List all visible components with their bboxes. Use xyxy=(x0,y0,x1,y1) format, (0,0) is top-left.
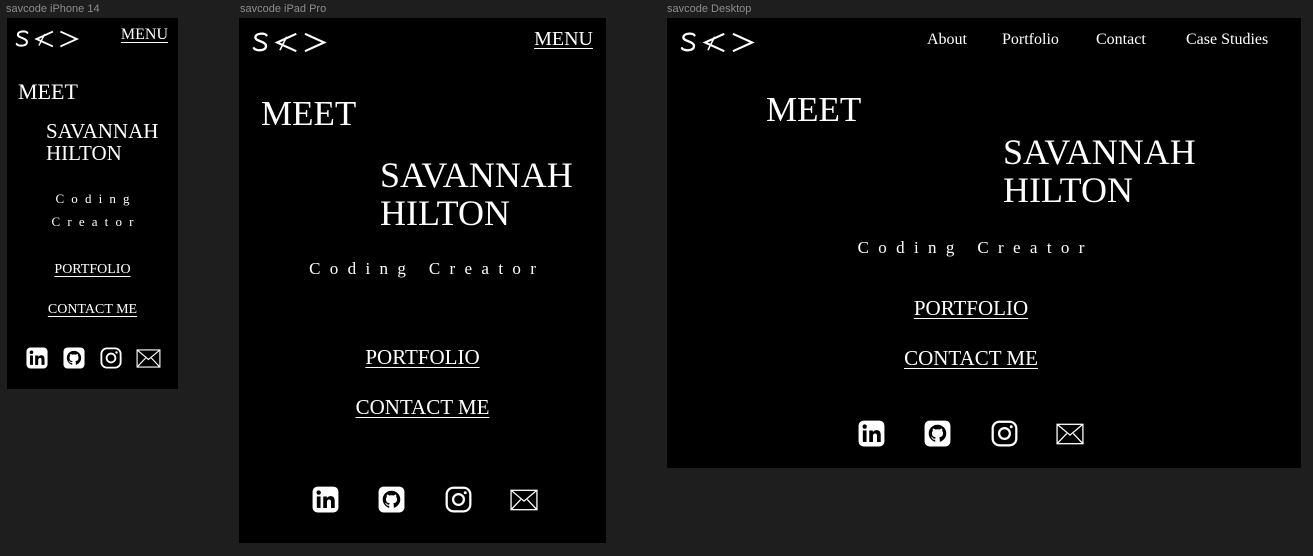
tagline-line-1: Coding xyxy=(55,191,137,206)
tablet-frame[interactable]: MENU MEET SAVANNAH HILTON Coding Creator… xyxy=(239,18,606,543)
mail-icon[interactable] xyxy=(510,489,538,511)
social-icons xyxy=(312,486,538,513)
desktop-frame[interactable]: About Portfolio Contact Case Studies MEE… xyxy=(667,18,1301,468)
social-icons xyxy=(26,347,161,369)
linkedin-icon[interactable] xyxy=(312,486,339,513)
logo-icon[interactable] xyxy=(252,30,329,55)
meet-heading: MEET xyxy=(18,79,78,104)
contact-me-link[interactable]: CONTACT ME xyxy=(7,302,178,318)
menu-button[interactable]: MENU xyxy=(121,26,168,44)
nav-case-studies[interactable]: Case Studies xyxy=(1186,31,1268,49)
github-icon[interactable] xyxy=(63,347,85,369)
contact-me-link[interactable]: CONTACT ME xyxy=(667,346,1275,371)
name-line-2: HILTON xyxy=(46,141,122,165)
tagline: Coding Creator xyxy=(309,259,546,278)
nav-about[interactable]: About xyxy=(927,31,967,49)
frame-label-phone: savcode iPhone 14 xyxy=(6,3,100,15)
phone-frame[interactable]: MENU MEET SAVANNAH HILTON Coding Creator… xyxy=(7,18,178,389)
linkedin-icon[interactable] xyxy=(26,347,48,369)
name-line-2: HILTON xyxy=(1003,170,1134,210)
name-line-1: SAVANNAH xyxy=(380,155,573,195)
frame-label-tablet: savcode iPad Pro xyxy=(240,3,327,15)
github-icon[interactable] xyxy=(378,486,405,513)
mail-icon[interactable] xyxy=(136,349,161,368)
logo-icon[interactable] xyxy=(15,28,81,50)
nav-contact[interactable]: Contact xyxy=(1096,31,1146,49)
menu-button[interactable]: MENU xyxy=(534,28,593,51)
meet-heading: MEET xyxy=(766,90,862,129)
instagram-icon[interactable] xyxy=(991,420,1018,447)
name-line-2: HILTON xyxy=(380,193,511,233)
name-line-1: SAVANNAH xyxy=(1003,132,1196,172)
instagram-icon[interactable] xyxy=(100,347,122,369)
contact-me-link[interactable]: CONTACT ME xyxy=(239,395,606,420)
name-line-1: SAVANNAH xyxy=(46,119,159,143)
tagline-line-2: Creator xyxy=(51,214,141,229)
linkedin-icon[interactable] xyxy=(858,420,885,447)
portfolio-link[interactable]: PORTFOLIO xyxy=(239,345,606,370)
frame-label-desktop: savcode Desktop xyxy=(667,3,752,15)
portfolio-link[interactable]: PORTFOLIO xyxy=(667,296,1275,321)
social-icons xyxy=(858,420,1084,447)
instagram-icon[interactable] xyxy=(445,486,472,513)
github-icon[interactable] xyxy=(924,420,951,447)
portfolio-link[interactable]: PORTFOLIO xyxy=(7,262,178,278)
tagline: Coding Creator xyxy=(857,238,1094,257)
nav-portfolio[interactable]: Portfolio xyxy=(1002,31,1059,49)
logo-icon[interactable] xyxy=(680,30,757,55)
meet-heading: MEET xyxy=(261,94,357,133)
mail-icon[interactable] xyxy=(1056,423,1084,445)
